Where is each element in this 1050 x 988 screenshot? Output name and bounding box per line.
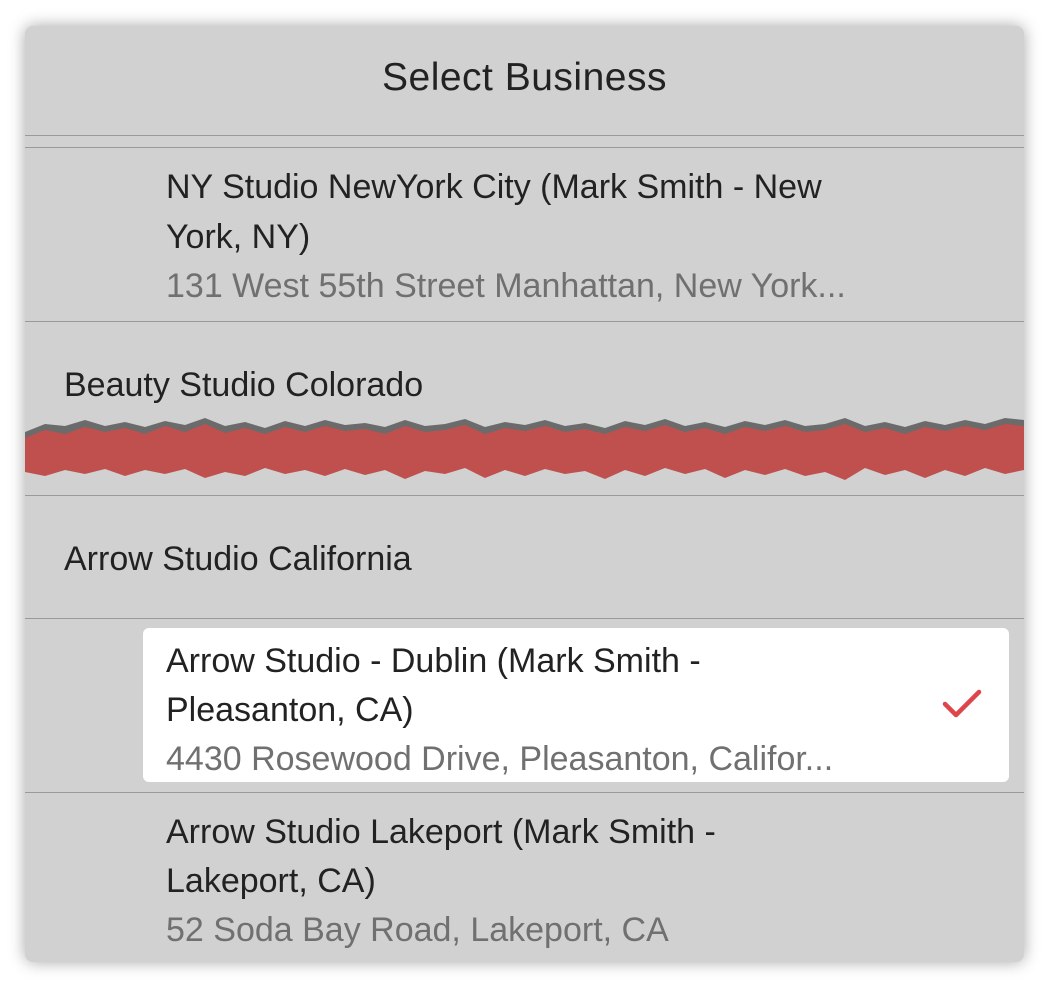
business-title-line1: Arrow Studio - Dublin (Mark Smith - [166, 642, 701, 680]
business-row-ny-studio[interactable]: NY Studio NewYork City (Mark Smith - New… [25, 148, 1024, 321]
business-address: 52 Soda Bay Road, Lakeport, CA [166, 911, 669, 949]
group-label: Arrow Studio California [64, 540, 412, 578]
business-title-line1: NY Studio NewYork City (Mark Smith - New [166, 168, 822, 206]
business-row-arrow-studio-lakeport[interactable]: Arrow Studio Lakeport (Mark Smith - Lake… [25, 793, 1024, 962]
business-title-line2: Pleasanton, CA) [166, 691, 414, 729]
row-divider [25, 618, 1024, 619]
business-title-line2: Lakeport, CA) [166, 862, 376, 900]
business-row-arrow-studio-dublin[interactable]: Arrow Studio - Dublin (Mark Smith - Plea… [143, 628, 1009, 782]
dialog-title: Select Business [382, 56, 667, 99]
group-header-arrow-studio-california[interactable]: Arrow Studio California [25, 496, 1024, 618]
business-address: 4430 Rosewood Drive, Pleasanton, Califor… [166, 740, 834, 778]
business-title-line1: Arrow Studio Lakeport (Mark Smith - [166, 813, 716, 851]
business-address: 131 West 55th Street Manhattan, New York… [166, 267, 846, 305]
dialog-header: Select Business [25, 26, 1024, 136]
group-label: Beauty Studio Colorado [64, 366, 424, 404]
business-title-line2: York, NY) [166, 218, 311, 256]
group-header-beauty-studio-colorado[interactable]: Beauty Studio Colorado [25, 322, 1024, 412]
header-divider [25, 135, 1024, 136]
select-business-dialog: Select Business NY Studio NewYork City (… [25, 26, 1024, 962]
redaction-band [25, 418, 1024, 480]
checkmark-icon [942, 689, 982, 718]
